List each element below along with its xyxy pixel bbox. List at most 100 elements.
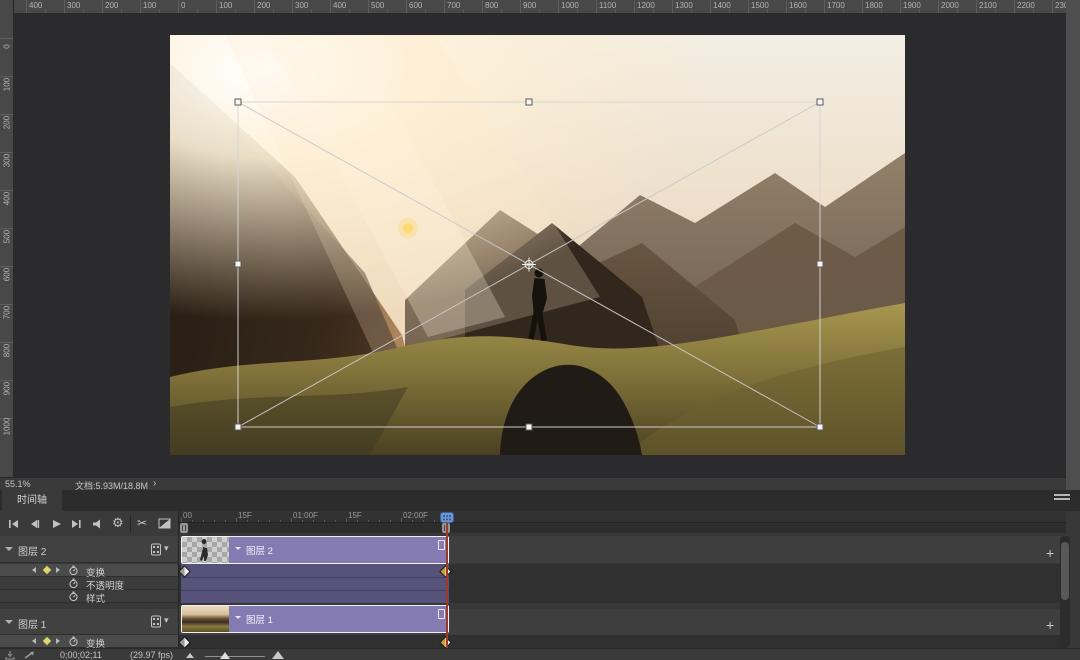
collapse-chevron-icon[interactable] xyxy=(5,620,13,624)
clip-end-marker[interactable] xyxy=(438,609,445,619)
film-dropdown-icon[interactable]: ▾ xyxy=(164,543,169,554)
layer-name[interactable]: 图层 1 xyxy=(18,616,46,631)
property-row-opacity-layer2[interactable]: 不透明度 xyxy=(0,577,178,590)
transform-handle-middle-right[interactable] xyxy=(817,261,823,267)
ruler-label: 400 xyxy=(29,1,42,10)
transform-handle-bottom-right[interactable] xyxy=(817,424,823,430)
ruler-label: 300 xyxy=(3,150,12,172)
film-dropdown-icon[interactable]: ▾ xyxy=(164,615,169,626)
ruler-corner[interactable] xyxy=(0,0,14,14)
ruler-label: 200 xyxy=(257,1,270,10)
next-keyframe-icon[interactable] xyxy=(56,638,60,644)
panel-menu-icon[interactable] xyxy=(1054,494,1070,504)
transform-handle-top-left[interactable] xyxy=(235,99,241,105)
render-video-icon[interactable] xyxy=(5,651,15,660)
timeline-ruler-tick xyxy=(225,520,226,522)
ruler-tick xyxy=(1052,0,1053,13)
timeline-zoom-slider[interactable] xyxy=(205,656,265,657)
stopwatch-icon[interactable] xyxy=(68,591,79,602)
timeline-ruler-tick xyxy=(379,520,380,522)
ruler-tick xyxy=(102,0,103,13)
canvas-image[interactable] xyxy=(170,35,905,455)
ruler-label: 100 xyxy=(3,74,12,96)
timeline-ruler[interactable]: 0015F01:00F15F02:00F xyxy=(179,511,1066,523)
timeline-tab-bar: 时间轴 xyxy=(0,490,1080,511)
audio-toggle-icon[interactable] xyxy=(92,519,104,529)
stopwatch-icon[interactable] xyxy=(68,636,79,647)
timeline-ruler-tick xyxy=(368,520,369,522)
property-row-transform-layer1[interactable]: 变换 xyxy=(0,635,178,648)
status-expand-arrow[interactable]: › xyxy=(153,478,156,489)
split-scissors-icon[interactable]: ✂ xyxy=(137,516,147,530)
row-separator xyxy=(181,577,449,578)
timeline-ruler-tick xyxy=(313,520,314,522)
previous-keyframe-icon[interactable] xyxy=(32,567,36,573)
scrollbar-thumb[interactable] xyxy=(1061,542,1069,600)
clip-chevron-icon[interactable] xyxy=(235,616,241,619)
next-frame-button[interactable] xyxy=(70,519,82,529)
timeline-ruler-label: 01:00F xyxy=(293,511,318,520)
video-clip-layer1[interactable]: 图层 1 xyxy=(181,605,449,633)
timeline-scrollbar[interactable] xyxy=(1060,536,1070,648)
property-row-style-layer2[interactable]: 样式 xyxy=(0,590,178,603)
zoom-in-mountain-icon[interactable] xyxy=(272,651,284,659)
transform-reference-point[interactable] xyxy=(522,258,536,272)
tab-timeline[interactable]: 时间轴 xyxy=(2,490,62,511)
left-ruler[interactable]: 01002003004005006007008009001000 xyxy=(0,13,14,477)
window-edge-strip xyxy=(1066,0,1080,490)
ruler-label: 700 xyxy=(447,1,460,10)
convert-arrow-icon[interactable] xyxy=(24,651,35,659)
clip-chevron-icon[interactable] xyxy=(235,547,241,550)
work-area-start-handle[interactable] xyxy=(180,523,188,533)
stopwatch-icon[interactable] xyxy=(68,565,79,576)
keyframe-diamond-icon[interactable] xyxy=(43,637,51,645)
play-button[interactable] xyxy=(50,519,62,529)
ruler-label: 1700 xyxy=(827,1,845,10)
timeline-ruler-tick xyxy=(214,520,215,522)
track-header-layer2[interactable]: 图层 2 ▾ xyxy=(0,536,178,563)
transform-handle-top-center[interactable] xyxy=(526,99,532,105)
first-frame-button[interactable] xyxy=(8,519,20,529)
zoom-slider-thumb[interactable] xyxy=(220,652,230,659)
zoom-level[interactable]: 55.1% xyxy=(5,479,31,489)
transform-handle-bottom-center[interactable] xyxy=(526,424,532,430)
timeline-ruler-tick xyxy=(324,520,325,522)
transition-icon[interactable] xyxy=(158,518,171,529)
layer-name[interactable]: 图层 2 xyxy=(18,543,46,558)
clip-end-marker[interactable] xyxy=(438,540,445,550)
ruler-tick xyxy=(330,0,331,13)
ruler-label: 500 xyxy=(3,226,12,248)
clip-settings-film-icon[interactable] xyxy=(150,543,162,556)
timeline-ruler-tick xyxy=(269,520,270,522)
transform-handle-bottom-left[interactable] xyxy=(235,424,241,430)
add-media-button-layer1[interactable]: + xyxy=(1046,618,1054,632)
ruler-tick xyxy=(444,0,445,13)
transform-handle-top-right[interactable] xyxy=(817,99,823,105)
property-row-transform-layer2[interactable]: 变换 xyxy=(0,564,178,577)
next-keyframe-icon[interactable] xyxy=(56,567,60,573)
add-media-button-layer2[interactable]: + xyxy=(1046,546,1054,560)
zoom-out-mountain-icon[interactable] xyxy=(186,653,194,658)
ruler-tick xyxy=(292,0,293,13)
current-time-display[interactable]: 0;00;02;11 xyxy=(60,650,102,660)
top-ruler[interactable]: 4003002001000100200300400500600700800900… xyxy=(0,0,1066,14)
previous-frame-button[interactable] xyxy=(28,519,40,529)
timeline-bottom-bar: 0;00;02;11 (29.97 fps) xyxy=(0,648,1080,660)
transform-handle-middle-left[interactable] xyxy=(235,261,241,267)
clip-settings-film-icon[interactable] xyxy=(150,615,162,628)
timeline-ruler-tick xyxy=(412,520,413,522)
playback-settings-gear-icon[interactable]: ⚙ xyxy=(112,515,124,531)
timeline-ruler-tick xyxy=(335,520,336,522)
video-clip-layer2[interactable]: 图层 2 xyxy=(181,536,449,564)
track-header-layer1[interactable]: 图层 1 ▾ xyxy=(0,609,178,635)
stopwatch-icon[interactable] xyxy=(68,578,79,589)
collapse-chevron-icon[interactable] xyxy=(5,547,13,551)
playhead-marker[interactable] xyxy=(440,512,454,524)
previous-keyframe-icon[interactable] xyxy=(32,638,36,644)
timeline-ruler-tick xyxy=(291,518,292,522)
ruler-label: 1900 xyxy=(903,1,921,10)
playhead-line[interactable] xyxy=(446,523,448,648)
timeline-ruler-tick xyxy=(203,520,204,522)
keyframe-diamond-icon[interactable] xyxy=(43,566,51,574)
ruler-tick xyxy=(786,0,787,13)
